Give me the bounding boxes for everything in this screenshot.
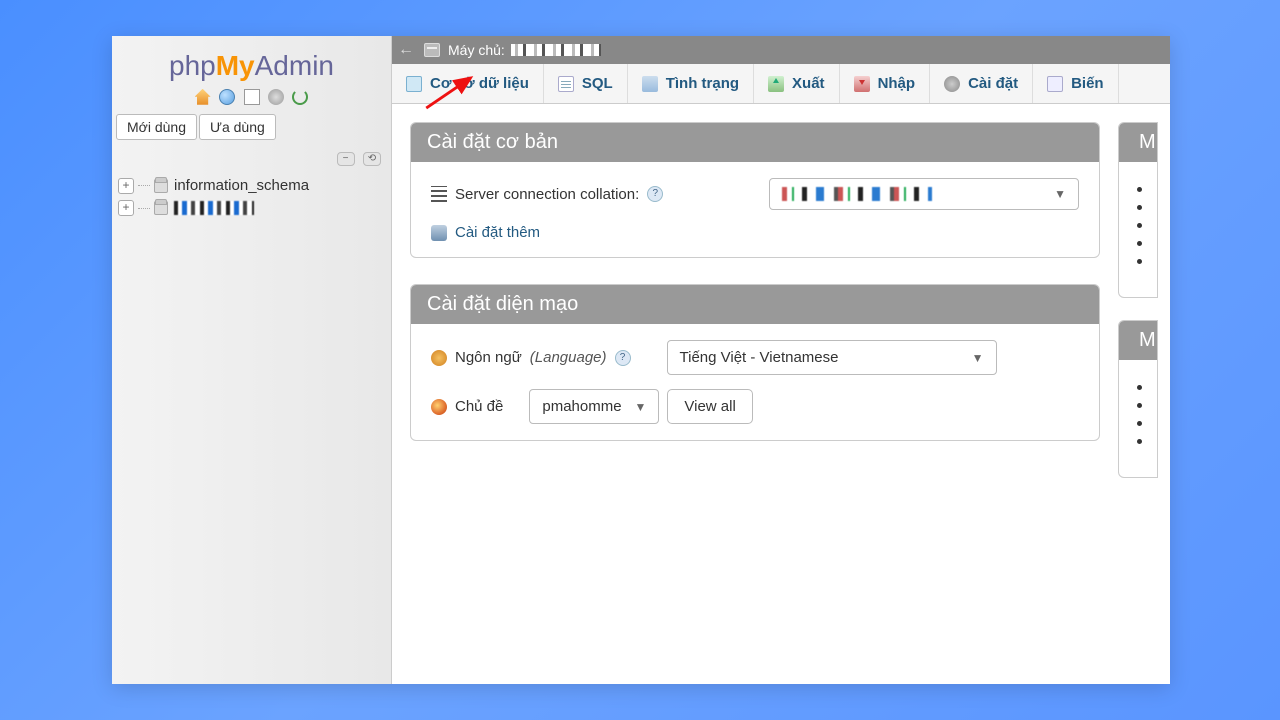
view-all-themes-button[interactable]: View all: [667, 389, 752, 424]
list-bullet: [1137, 187, 1142, 192]
tab-status[interactable]: Tình trạng: [628, 64, 754, 103]
chevron-down-icon: ▼: [634, 400, 646, 414]
tab-label: SQL: [582, 75, 613, 92]
tab-label: Biến: [1071, 75, 1104, 92]
phpmyadmin-window: phpMyAdmin Mới dùng Ưa dùng − ⟲ + inform…: [112, 36, 1170, 684]
theme-label: Chủ đề: [455, 398, 503, 415]
db-name-redacted: [174, 201, 254, 215]
tab-label: Cài đặt: [968, 75, 1018, 92]
more-settings-link[interactable]: Cài đặt thêm: [455, 224, 540, 241]
chevron-down-icon: ▼: [1054, 187, 1066, 201]
collation-label: Server connection collation:: [455, 186, 639, 203]
recent-tab[interactable]: Mới dùng: [116, 114, 197, 140]
wrench-icon: [431, 225, 447, 241]
tab-settings[interactable]: Cài đặt: [930, 64, 1033, 103]
list-bullet: [1137, 223, 1142, 228]
collation-value-redacted: [782, 187, 932, 201]
db-tree-item[interactable]: +: [118, 197, 385, 219]
content-right-column: M M: [1118, 122, 1158, 684]
server-label: Máy chủ:: [448, 42, 505, 58]
list-bullet: [1137, 385, 1142, 390]
status-icon: [642, 76, 658, 92]
expand-icon[interactable]: +: [118, 178, 134, 194]
theme-icon: [431, 399, 447, 415]
tab-variables[interactable]: Biến: [1033, 64, 1119, 103]
panel-title: M: [1119, 123, 1157, 162]
language-select[interactable]: Tiếng Việt - Vietnamese ▼: [667, 340, 997, 375]
list-bullet: [1137, 259, 1142, 264]
docs-icon[interactable]: [244, 89, 260, 105]
tab-import[interactable]: Nhập: [840, 64, 931, 103]
tab-label: Cơ sở dữ liệu: [430, 75, 529, 92]
top-tabs: Cơ sở dữ liệu SQL Tình trạng Xuất Nhập Cài đặ…: [392, 64, 1170, 104]
server-name-redacted: [511, 44, 601, 56]
database-icon: [154, 179, 168, 193]
list-bullet: [1137, 439, 1142, 444]
help-icon[interactable]: ?: [647, 186, 663, 202]
databases-icon: [406, 76, 422, 92]
chevron-down-icon: ▼: [972, 351, 984, 365]
panel-title: M: [1119, 321, 1157, 360]
settings-icon: [944, 76, 960, 92]
import-icon: [854, 76, 870, 92]
nav-back-icon[interactable]: ←: [398, 41, 412, 59]
tab-export[interactable]: Xuất: [754, 64, 840, 103]
expand-icon[interactable]: +: [118, 200, 134, 216]
language-label: Ngôn ngữ: [455, 349, 522, 366]
theme-value: pmahomme: [542, 398, 621, 415]
nav-settings-icon[interactable]: [268, 89, 284, 105]
content-left-column: Cài đặt cơ bản Server connection collati…: [410, 122, 1100, 684]
sql-icon: [558, 76, 574, 92]
list-bullet: [1137, 241, 1142, 246]
database-icon: [154, 201, 168, 215]
recent-favorite-tabs: Mới dùng Ưa dùng: [112, 114, 391, 144]
panel-title: Cài đặt cơ bản: [411, 123, 1099, 162]
language-hint: (Language): [530, 349, 607, 366]
reload-icon[interactable]: [292, 89, 308, 105]
db-name: information_schema: [174, 177, 309, 194]
db-tree-item[interactable]: + information_schema: [118, 174, 385, 197]
sidebar: phpMyAdmin Mới dùng Ưa dùng − ⟲ + inform…: [112, 36, 392, 684]
tree-collapse-row: − ⟲: [112, 144, 391, 170]
database-tree: + information_schema +: [112, 170, 391, 223]
collation-select[interactable]: ▼: [769, 178, 1079, 210]
help-icon[interactable]: ?: [615, 350, 631, 366]
favorites-tab[interactable]: Ưa dùng: [199, 114, 276, 140]
panel-title: Cài đặt diện mạo: [411, 285, 1099, 324]
right-panel-2: M: [1118, 320, 1158, 478]
appearance-settings-panel: Cài đặt diện mạo Ngôn ngữ (Language) ? T…: [410, 284, 1100, 441]
list-bullet: [1137, 421, 1142, 426]
breadcrumb-bar: ← Máy chủ:: [392, 36, 1170, 64]
language-value: Tiếng Việt - Vietnamese: [680, 349, 839, 366]
tab-databases[interactable]: Cơ sở dữ liệu: [392, 64, 544, 103]
content-area: Cài đặt cơ bản Server connection collati…: [392, 104, 1170, 684]
list-bullet: [1137, 403, 1142, 408]
main-area: ← Máy chủ: Cơ sở dữ liệu SQL Tình trạng Xuấ…: [392, 36, 1170, 684]
theme-select[interactable]: pmahomme ▼: [529, 389, 659, 424]
tab-label: Nhập: [878, 75, 916, 92]
general-settings-panel: Cài đặt cơ bản Server connection collati…: [410, 122, 1100, 258]
export-icon: [768, 76, 784, 92]
sidebar-quick-icons: [112, 88, 391, 114]
logo: phpMyAdmin: [112, 36, 391, 88]
language-icon: [431, 350, 447, 366]
tab-sql[interactable]: SQL: [544, 64, 628, 103]
home-icon[interactable]: [195, 89, 211, 105]
collapse-all-button[interactable]: −: [337, 152, 355, 166]
tab-label: Tình trạng: [666, 75, 739, 92]
logout-icon[interactable]: [219, 89, 235, 105]
variables-icon: [1047, 76, 1063, 92]
collation-icon: [431, 186, 447, 202]
server-icon: [424, 43, 440, 57]
right-panel-1: M: [1118, 122, 1158, 298]
tab-label: Xuất: [792, 75, 825, 92]
list-bullet: [1137, 205, 1142, 210]
link-btn[interactable]: ⟲: [363, 152, 381, 166]
